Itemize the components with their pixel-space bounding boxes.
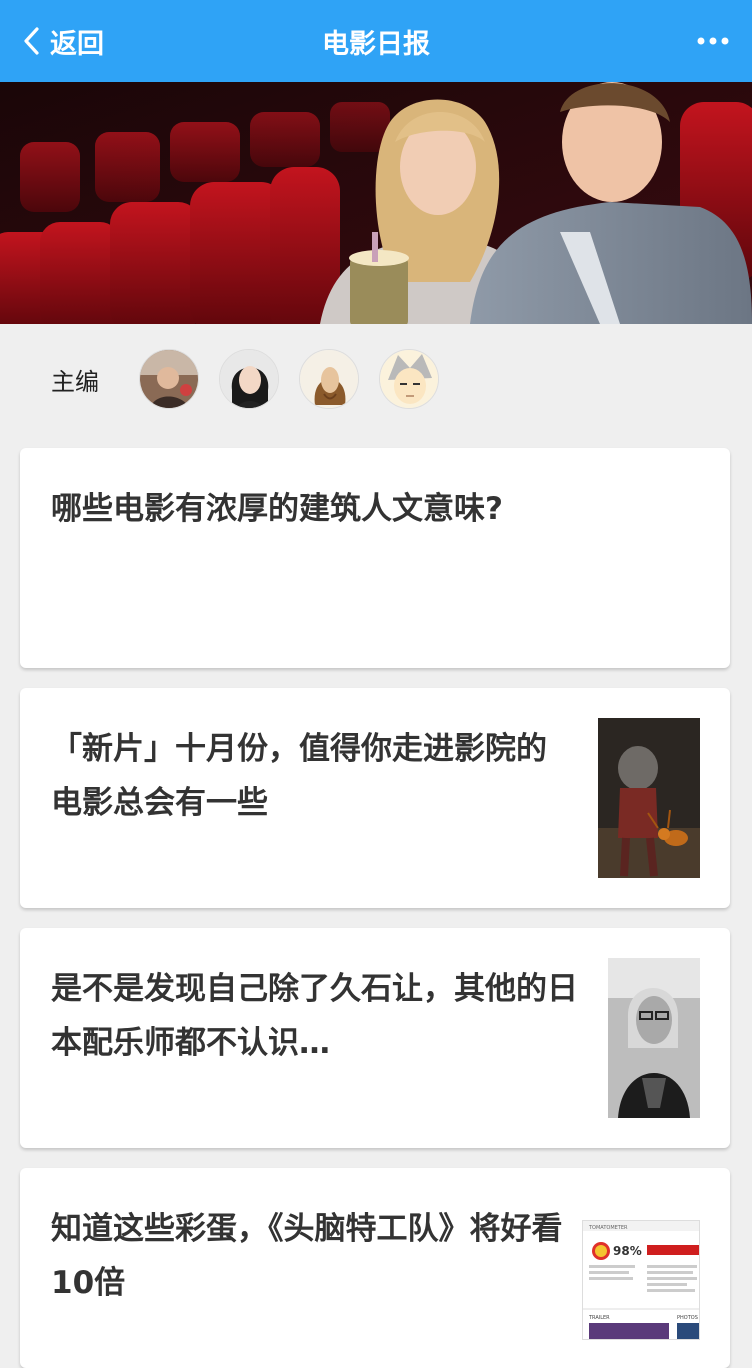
editor-avatar-1[interactable] — [139, 349, 199, 409]
article-thumbnail: TOMATOMETER 98% TRAILER PHOTOS — [582, 1220, 700, 1340]
editor-avatar-2[interactable] — [219, 349, 279, 409]
editor-avatar-3[interactable] — [299, 349, 359, 409]
article-card[interactable]: 知道这些彩蛋，《头脑特工队》将好看10倍 TOMATOMETER 98% TRA… — [20, 1168, 730, 1368]
back-label: 返回 — [50, 28, 104, 60]
back-button[interactable]: 返回 — [22, 22, 104, 60]
tomatometer-label: TOMATOMETER — [588, 1225, 628, 1231]
article-card[interactable]: 是不是发现自己除了久石让，其他的日本配乐师都不认识… — [20, 928, 730, 1148]
article-title: 知道这些彩蛋，《头脑特工队》将好看10倍 — [51, 1211, 563, 1301]
chevron-left-icon — [24, 27, 39, 55]
article-title: 哪些电影有浓厚的建筑人文意味? — [51, 491, 503, 527]
article-thumbnail — [598, 718, 700, 878]
page-title: 电影日报 — [322, 28, 430, 60]
more-options-button[interactable] — [696, 28, 730, 54]
article-title: 「新片」十月份，值得你走进影院的电影总会有一些 — [51, 731, 547, 821]
photos-label: PHOTOS — [677, 1315, 698, 1321]
article-card[interactable]: 「新片」十月份，值得你走进影院的电影总会有一些 — [20, 688, 730, 908]
tomatometer-score: 98% — [613, 1244, 642, 1258]
top-nav-bar: 返回 电影日报 — [0, 0, 752, 82]
trailer-label: TRAILER — [588, 1315, 610, 1321]
editors-label: 主编 — [51, 367, 99, 396]
editor-avatar-4[interactable] — [379, 349, 439, 409]
article-title: 是不是发现自己除了久石让，其他的日本配乐师都不认识… — [51, 971, 578, 1061]
article-thumbnail — [608, 958, 700, 1118]
article-card[interactable]: 哪些电影有浓厚的建筑人文意味? — [20, 448, 730, 668]
more-dots-icon — [697, 37, 729, 45]
editors-row: 主编 — [0, 324, 752, 434]
header-banner-image — [0, 82, 752, 324]
